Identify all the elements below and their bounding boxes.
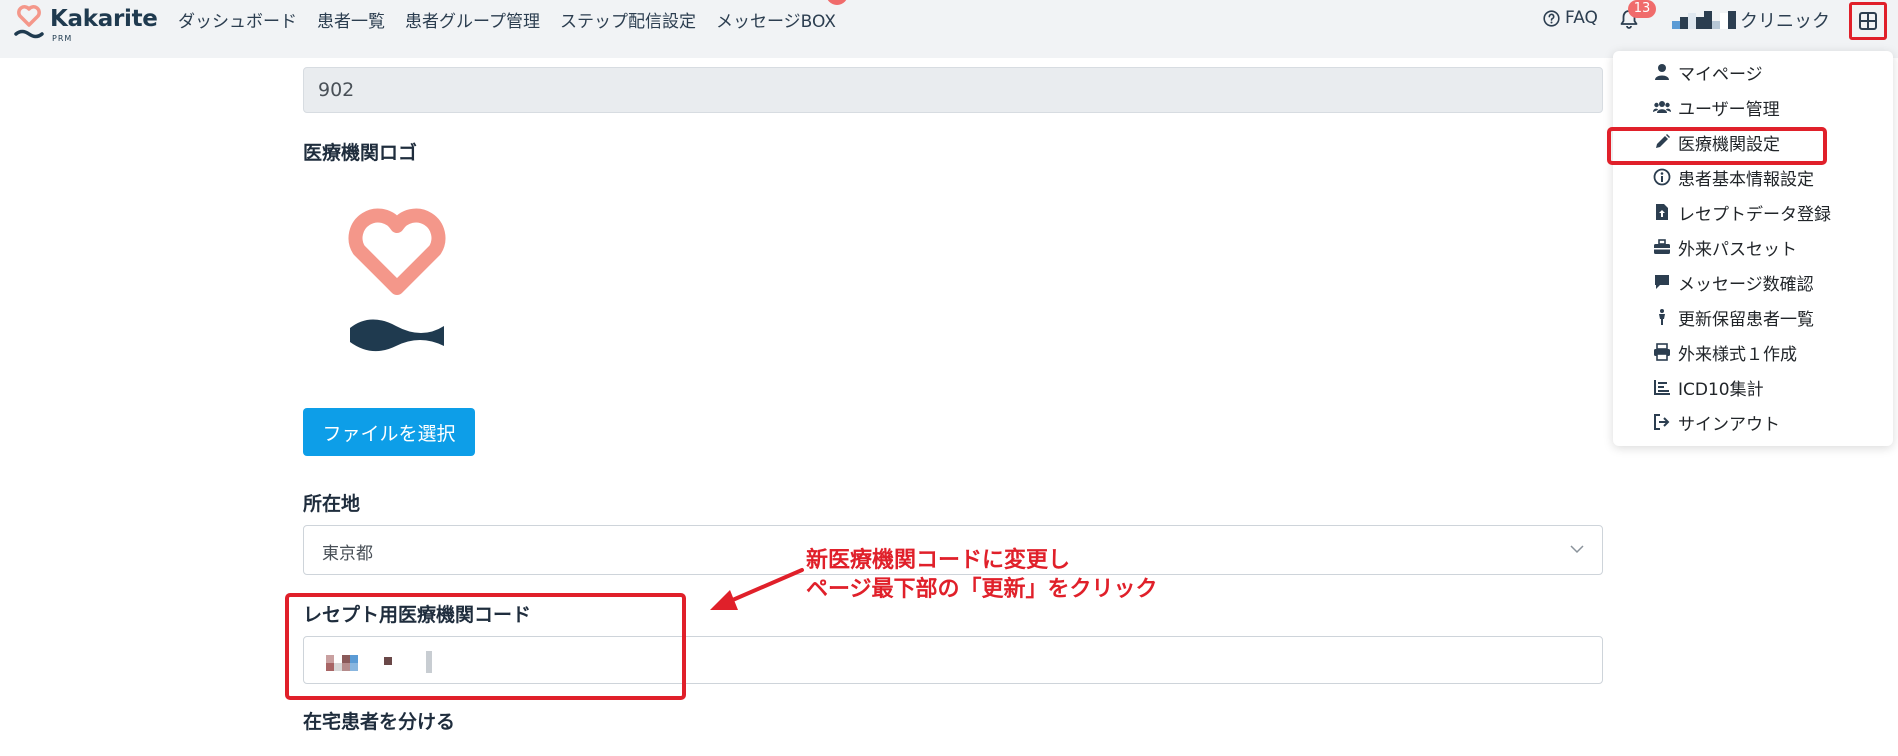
menu-item-icd10-stats[interactable]: ICD10集計 xyxy=(1653,372,1764,402)
file-upload-icon xyxy=(1656,204,1668,220)
highlight-box-menu xyxy=(1607,127,1827,165)
sign-out-icon xyxy=(1654,414,1670,430)
annotation-text: 新医療機関コードに変更し ページ最下部の「更新」をクリック xyxy=(806,546,1158,604)
menu-item-pending-patients[interactable]: 更新保留患者一覧 xyxy=(1653,302,1814,332)
menu-item-label: メッセージ数確認 xyxy=(1678,274,1814,295)
highlight-box-code xyxy=(285,593,686,700)
menu-item-label: マイページ xyxy=(1678,64,1763,85)
users-icon xyxy=(1653,101,1671,113)
menu-item-label: ICD10集計 xyxy=(1678,379,1764,400)
menu-item-label: 患者基本情報設定 xyxy=(1678,169,1814,190)
nav-dashboard[interactable]: ダッシュボード xyxy=(178,7,297,32)
choose-file-button[interactable]: ファイルを選択 xyxy=(303,408,475,456)
location-label: 所在地 xyxy=(303,493,361,515)
grid-icon xyxy=(1859,12,1877,30)
nav-step-delivery[interactable]: ステップ配信設定 xyxy=(560,7,696,32)
annotation-arrow-icon xyxy=(710,568,804,610)
info-circle-icon xyxy=(1653,168,1671,186)
menu-item-label: 更新保留患者一覧 xyxy=(1678,309,1814,330)
user-icon xyxy=(1655,64,1669,80)
faq-link[interactable]: FAQ xyxy=(1543,8,1598,28)
printer-icon xyxy=(1654,343,1670,361)
main-nav: ダッシュボード 患者一覧 患者グループ管理 ステップ配信設定 メッセージBOX xyxy=(178,0,856,32)
menu-item-receipt-data-upload[interactable]: レセプトデータ登録 xyxy=(1653,197,1831,227)
nav-patient-list[interactable]: 患者一覧 xyxy=(317,7,385,32)
clinic-name-mosaic xyxy=(1672,11,1736,29)
settings-menu-button[interactable] xyxy=(1849,2,1887,40)
menu-item-sign-out[interactable]: サインアウト xyxy=(1653,407,1780,437)
location-value: 東京都 xyxy=(322,544,373,564)
kakarite-logo-icon xyxy=(14,5,44,39)
faq-label: FAQ xyxy=(1565,8,1598,28)
menu-item-outpatient-form[interactable]: 外来様式１作成 xyxy=(1653,337,1797,367)
menu-item-label: レセプトデータ登録 xyxy=(1678,204,1831,225)
menu-item-patient-info-settings[interactable]: 患者基本情報設定 xyxy=(1653,162,1814,192)
bar-chart-icon xyxy=(1654,380,1670,395)
person-icon xyxy=(1659,309,1665,325)
brand-name: Kakarite xyxy=(50,6,158,32)
menu-item-outpatient-path-set[interactable]: 外来パスセット xyxy=(1653,232,1797,262)
nav-message-box[interactable]: メッセージBOX xyxy=(715,0,848,32)
notification-badge: 13 xyxy=(1628,0,1656,18)
clinic-menu-toggle[interactable]: クリニック xyxy=(1672,8,1830,32)
brand-subtitle: PRM xyxy=(52,34,73,43)
toolbox-icon xyxy=(1654,239,1670,254)
menu-item-label: 外来様式１作成 xyxy=(1678,344,1797,365)
nav-message-box-label: メッセージBOX xyxy=(715,12,836,32)
annotation-line-1: 新医療機関コードに変更し xyxy=(806,548,1071,573)
message-badge xyxy=(825,0,848,5)
chevron-down-icon xyxy=(1570,545,1584,554)
menu-item-label: ユーザー管理 xyxy=(1678,99,1780,120)
menu-item-label: 外来パスセット xyxy=(1678,239,1797,260)
menu-item-user-management[interactable]: ユーザー管理 xyxy=(1653,92,1780,122)
top-navbar: Kakarite PRM ダッシュボード 患者一覧 患者グループ管理 ステップ配… xyxy=(0,0,1898,58)
clinic-logo-image xyxy=(348,208,446,352)
clinic-name: クリニック xyxy=(1740,11,1830,32)
logo-label: 医療機関ロゴ xyxy=(303,142,418,164)
home-patient-label: 在宅患者を分ける xyxy=(303,711,456,733)
question-circle-icon xyxy=(1543,9,1560,27)
menu-item-mypage[interactable]: マイページ xyxy=(1653,57,1763,87)
comment-icon xyxy=(1655,275,1669,289)
nav-patient-group[interactable]: 患者グループ管理 xyxy=(405,7,540,32)
number-field: 902 xyxy=(303,67,1603,113)
settings-dropdown-menu: マイページ ユーザー管理 医療機関設定 患者基本情報設定 レセプトデータ登録 外… xyxy=(1613,51,1893,446)
menu-item-message-count[interactable]: メッセージ数確認 xyxy=(1653,267,1814,297)
menu-item-label: サインアウト xyxy=(1678,414,1780,435)
annotation-line-2: ページ最下部の「更新」をクリック xyxy=(806,577,1158,602)
